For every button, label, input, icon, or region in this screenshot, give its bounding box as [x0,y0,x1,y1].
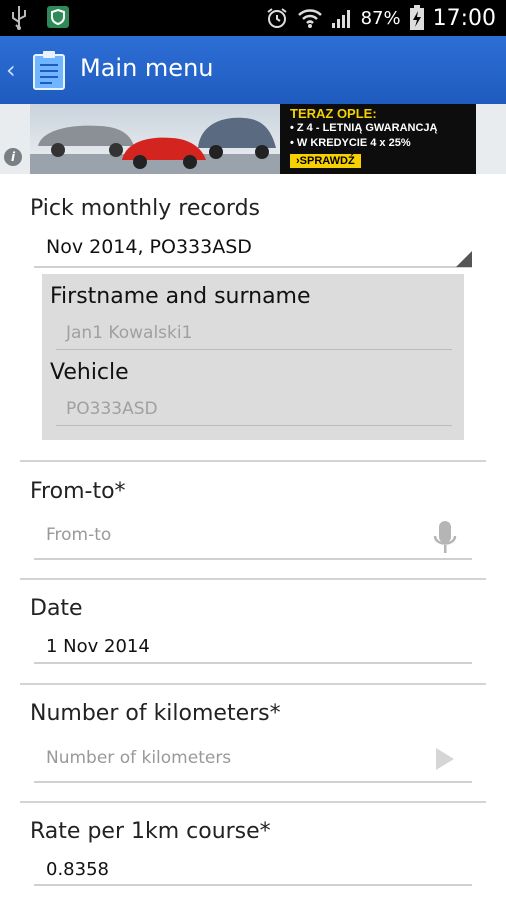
vehicle-label: Vehicle [50,360,129,385]
shield-app-icon [47,6,69,28]
ad-check-button[interactable]: ›SPRAWDŹ [290,154,361,168]
section-divider [20,460,486,462]
ad-bullet-1: • Z 4 - LETNIĄ GWARANCJĄ [290,122,438,134]
from-to-underline [34,558,472,560]
from-to-label: From-to* [30,479,126,504]
signal-icon [331,10,350,28]
ad-banner[interactable]: i TERAZ OPLE: • Z 4 - LETNIĄ GWARANCJĄ •… [0,104,506,174]
kilometers-underline [34,781,472,783]
rate-underline [34,884,472,886]
rate-field[interactable]: 0.8358 [46,859,109,880]
play-arrow-icon[interactable] [434,746,456,772]
ad-bullet-2: • W KREDYCIE 4 x 25% [290,137,411,149]
details-panel: Firstname and surname Jan1 Kowalski1 Veh… [42,274,464,440]
wifi-icon [297,9,322,28]
ad-copy: TERAZ OPLE: • Z 4 - LETNIĄ GWARANCJĄ • W… [280,104,476,174]
kilometers-label: Number of kilometers* [30,701,281,726]
usb-icon [12,6,26,30]
back-chevron-icon[interactable]: ‹ [6,56,16,84]
section-divider [20,801,486,803]
kilometers-input[interactable]: Number of kilometers [46,748,231,768]
spinner-dropdown-icon[interactable] [456,251,472,267]
name-label: Firstname and surname [50,284,311,309]
clock: 17:00 [432,5,496,31]
date-label: Date [30,596,83,621]
battery-icon [409,5,424,30]
clipboard-icon[interactable] [32,50,66,90]
from-to-input[interactable]: From-to [46,525,111,545]
microphone-icon[interactable] [432,520,458,556]
section-divider [20,578,486,580]
date-underline [34,662,472,664]
page-title: Main menu [80,54,214,82]
vehicle-field-underline [56,425,452,426]
alarm-icon [266,8,287,28]
name-field: Jan1 Kowalski1 [66,323,193,343]
name-field-underline [56,349,452,350]
monthly-records-spinner[interactable]: Nov 2014, PO333ASD [46,236,252,258]
monthly-records-label: Pick monthly records [30,196,260,221]
ad-headline: TERAZ OPLE: [290,106,377,121]
ad-cars-image [30,104,280,174]
spinner-underline [34,266,472,268]
ad-info-icon[interactable]: i [4,148,22,166]
section-divider [20,683,486,685]
vehicle-field: PO333ASD [66,399,158,419]
battery-percent: 87% [360,7,401,29]
status-bar: 87% 17:00 [0,0,506,36]
rate-label: Rate per 1km course* [30,819,271,844]
action-bar: ‹ Main menu [0,36,506,104]
date-field[interactable]: 1 Nov 2014 [46,636,150,657]
